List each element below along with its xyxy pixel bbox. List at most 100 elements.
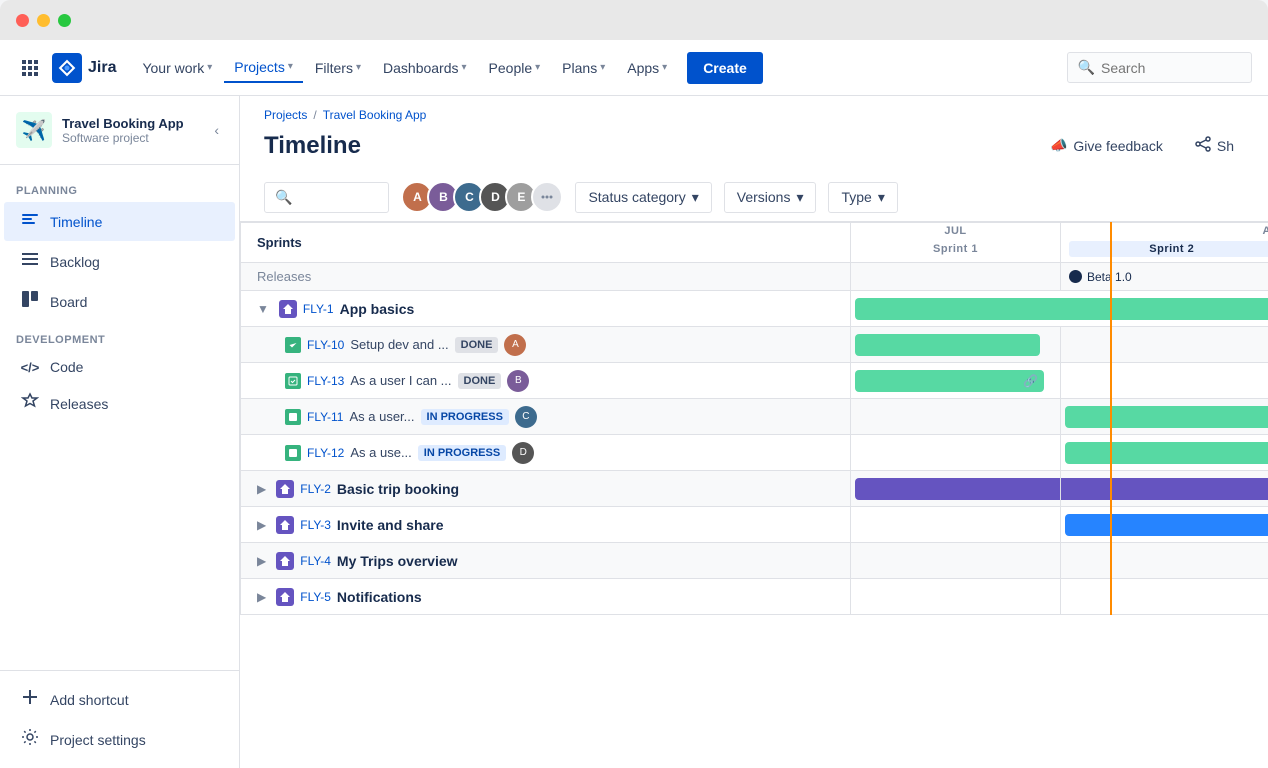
sidebar-item-project-settings[interactable]: Project settings bbox=[4, 720, 235, 759]
timeline-container[interactable]: Sprints JUL Sprint 1 AUG bbox=[240, 222, 1268, 768]
fly2-label-row: ▶ FLY-2 Basic trip booking bbox=[257, 480, 834, 498]
fly13-empty bbox=[1061, 363, 1268, 399]
create-button[interactable]: Create bbox=[687, 52, 763, 84]
timeline-body: ▼ FLY-1 App basics bbox=[241, 291, 1268, 615]
fly10-avatar: A bbox=[504, 334, 526, 356]
breadcrumb-projects[interactable]: Projects bbox=[264, 108, 307, 122]
fly5-expand-icon[interactable]: ▶ bbox=[257, 590, 266, 604]
timeline-table: Sprints JUL Sprint 1 AUG bbox=[240, 222, 1268, 615]
fly13-status: DONE bbox=[458, 373, 502, 389]
type-filter[interactable]: Type ▾ bbox=[828, 182, 897, 213]
settings-icon bbox=[20, 728, 40, 751]
breadcrumb-project-name[interactable]: Travel Booking App bbox=[323, 108, 427, 122]
avatar-group-more[interactable] bbox=[531, 181, 563, 213]
nav-people[interactable]: People ▾ bbox=[479, 54, 551, 82]
give-feedback-button[interactable]: 📣 Give feedback bbox=[1040, 131, 1173, 160]
fly11-title: As a user... bbox=[349, 409, 414, 424]
sidebar-collapse-button[interactable]: ‹ bbox=[210, 118, 223, 142]
fly3-expand-icon[interactable]: ▶ bbox=[257, 518, 266, 532]
chevron-down-icon: ▾ bbox=[878, 189, 885, 206]
close-button[interactable] bbox=[16, 14, 29, 27]
fly11-issue-icon bbox=[285, 409, 301, 425]
sidebar-footer: Add shortcut Project settings bbox=[0, 670, 239, 768]
fly2-expand-icon[interactable]: ▶ bbox=[257, 482, 266, 496]
jul-header: JUL Sprint 1 bbox=[851, 223, 1061, 263]
fly5-key: FLY-5 bbox=[300, 590, 331, 604]
fly3-bar-jul bbox=[851, 507, 1061, 543]
fly2-bar-jul bbox=[851, 471, 1061, 507]
maximize-button[interactable] bbox=[58, 14, 71, 27]
nav-dashboards[interactable]: Dashboards ▾ bbox=[373, 54, 477, 82]
status-category-filter[interactable]: Status category ▾ bbox=[575, 182, 711, 213]
row-fly2: ▶ FLY-2 Basic trip booking bbox=[241, 471, 1268, 507]
jira-logo-text: Jira bbox=[88, 59, 116, 77]
fly10-empty bbox=[1061, 327, 1268, 363]
month-row: Sprints JUL Sprint 1 AUG bbox=[241, 223, 1268, 263]
fly1-expand-icon[interactable]: ▼ bbox=[257, 302, 269, 316]
fly12-issue-icon bbox=[285, 445, 301, 461]
fly3-key: FLY-3 bbox=[300, 518, 331, 532]
fly12-label-row: FLY-12 As a use... IN PROGRESS D bbox=[285, 442, 834, 464]
chevron-icon: ▾ bbox=[356, 62, 361, 73]
fly13-label-row: FLY-13 As a user I can ... DONE B bbox=[285, 370, 834, 392]
page-title: Timeline bbox=[264, 132, 361, 160]
fly10-issue-icon bbox=[285, 337, 301, 353]
search-input[interactable] bbox=[1101, 60, 1241, 76]
jira-logo-icon bbox=[52, 53, 82, 83]
jira-logo[interactable]: Jira bbox=[52, 53, 116, 83]
nav-filters[interactable]: Filters ▾ bbox=[305, 54, 371, 82]
fly13-gantt-bar: 🔗 bbox=[855, 370, 1044, 392]
sidebar-item-board[interactable]: Board bbox=[4, 282, 235, 321]
fly2-gantt-bar-left bbox=[855, 478, 1060, 500]
fly2-epic-icon bbox=[276, 480, 294, 498]
share-button[interactable]: Sh bbox=[1185, 130, 1244, 161]
row-fly4: ▶ FLY-4 My Trips overview bbox=[241, 543, 1268, 579]
nav-your-work[interactable]: Your work ▾ bbox=[132, 54, 222, 82]
fly1-label-cell: ▼ FLY-1 App basics bbox=[241, 291, 851, 327]
fly11-label-cell: FLY-11 As a user... IN PROGRESS C bbox=[241, 399, 851, 435]
sidebar: ✈️ Travel Booking App Software project ‹… bbox=[0, 96, 240, 768]
sidebar-item-timeline[interactable]: Timeline bbox=[4, 202, 235, 241]
timeline-search[interactable]: 🔍 bbox=[264, 182, 389, 213]
search-box[interactable]: 🔍 bbox=[1067, 52, 1252, 83]
chevron-icon: ▾ bbox=[662, 62, 667, 73]
fly11-bar-aug: 🔗 bbox=[1061, 399, 1268, 435]
breadcrumb: Projects / Travel Booking App bbox=[240, 96, 1268, 126]
chevron-down-icon: ▾ bbox=[796, 189, 803, 206]
timeline-header: Sprints JUL Sprint 1 AUG bbox=[241, 223, 1268, 291]
releases-row: Releases Beta 1.0 bbox=[241, 263, 1268, 291]
fly11-status: IN PROGRESS bbox=[421, 409, 509, 425]
fly1-label-row: ▼ FLY-1 App basics bbox=[257, 300, 834, 318]
backlog-icon bbox=[20, 250, 40, 273]
sidebar-item-code[interactable]: </> Code bbox=[4, 351, 235, 383]
nav-plans[interactable]: Plans ▾ bbox=[552, 54, 615, 82]
fly4-expand-icon[interactable]: ▶ bbox=[257, 554, 266, 568]
fly4-bar-jul bbox=[851, 543, 1061, 579]
timeline-search-input[interactable] bbox=[298, 190, 378, 205]
board-icon bbox=[20, 290, 40, 313]
fly10-title: Setup dev and ... bbox=[350, 337, 448, 352]
fly10-bar-cell bbox=[851, 327, 1061, 363]
grid-icon[interactable] bbox=[16, 56, 44, 80]
versions-filter[interactable]: Versions ▾ bbox=[724, 182, 817, 213]
fly5-label-cell: ▶ FLY-5 Notifications bbox=[241, 579, 851, 615]
sidebar-item-releases[interactable]: Releases bbox=[4, 384, 235, 423]
fly4-bar-aug bbox=[1061, 543, 1268, 579]
sidebar-item-backlog[interactable]: Backlog bbox=[4, 242, 235, 281]
nav-apps[interactable]: Apps ▾ bbox=[617, 54, 677, 82]
chevron-icon: ▾ bbox=[207, 62, 212, 73]
project-header: ✈️ Travel Booking App Software project ‹ bbox=[0, 96, 239, 165]
minimize-button[interactable] bbox=[37, 14, 50, 27]
fly2-key: FLY-2 bbox=[300, 482, 331, 496]
release-dot-beta1 bbox=[1069, 270, 1082, 283]
sidebar-item-add-shortcut[interactable]: Add shortcut bbox=[4, 680, 235, 719]
header-actions: 📣 Give feedback Sh bbox=[1040, 130, 1244, 161]
fly12-bar-jul bbox=[851, 435, 1061, 471]
fly5-bar-jul bbox=[851, 579, 1061, 615]
row-fly10: FLY-10 Setup dev and ... DONE A bbox=[241, 327, 1268, 363]
releases-jul bbox=[851, 263, 1061, 291]
fly3-title: Invite and share bbox=[337, 517, 444, 533]
fly5-bar-aug bbox=[1061, 579, 1268, 615]
nav-projects[interactable]: Projects ▾ bbox=[224, 53, 303, 83]
project-name: Travel Booking App bbox=[62, 116, 184, 131]
